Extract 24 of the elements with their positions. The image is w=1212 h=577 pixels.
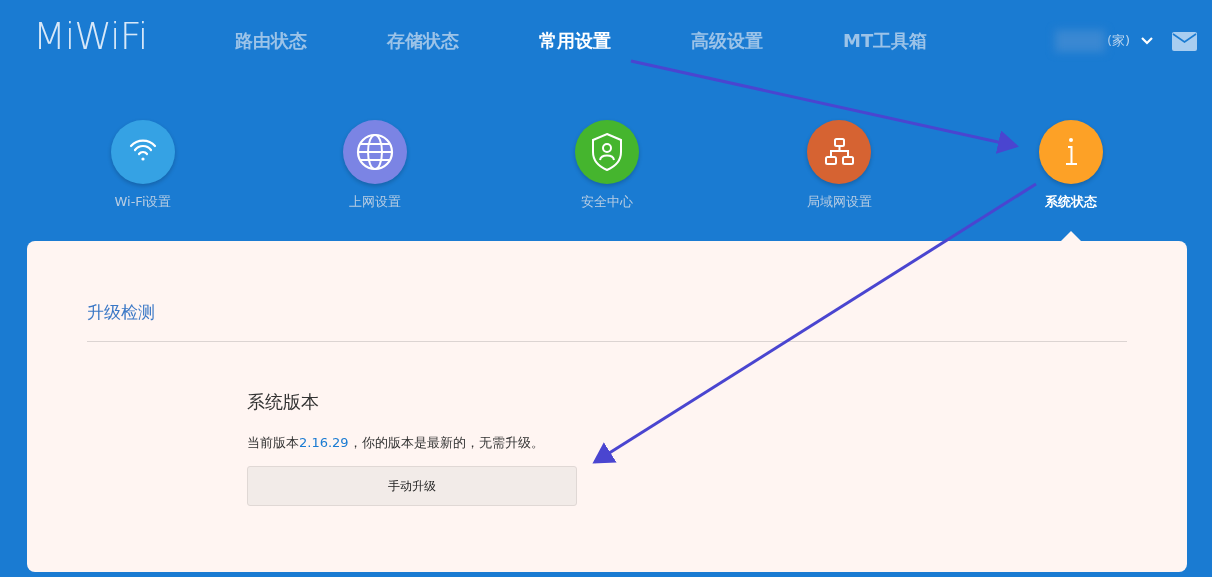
settings-item[interactable]: 安全中心 bbox=[581, 193, 633, 211]
manual-upgrade-button[interactable]: 手动升级 bbox=[247, 466, 577, 506]
nav-tab[interactable]: MT工具箱 bbox=[843, 29, 995, 53]
user-menu[interactable]: (家) bbox=[1107, 32, 1131, 50]
version-status-text: 当前版本2.16.29，你的版本是最新的，无需升级。 bbox=[247, 434, 545, 452]
logo: MiWiFi bbox=[33, 14, 149, 58]
panel-title: 升级检测 bbox=[87, 301, 156, 324]
info-icon[interactable] bbox=[1039, 120, 1103, 184]
nav-tab[interactable]: 存储状态 bbox=[387, 29, 539, 53]
settings-item[interactable]: 局域网设置 bbox=[806, 193, 872, 211]
nav-tab[interactable]: 高级设置 bbox=[691, 29, 843, 53]
nav-tab[interactable]: 常用设置 bbox=[539, 29, 691, 53]
settings-item[interactable]: 上网设置 bbox=[349, 193, 401, 211]
redacted-text bbox=[1055, 30, 1105, 52]
shield-icon[interactable] bbox=[575, 120, 639, 184]
lan-icon[interactable] bbox=[807, 120, 871, 184]
nav-tab[interactable]: 路由状态 bbox=[235, 29, 387, 53]
wifi-icon[interactable] bbox=[111, 120, 175, 184]
settings-item[interactable]: 系统状态 bbox=[1045, 193, 1097, 211]
globe-icon[interactable] bbox=[343, 120, 407, 184]
chevron-down-icon[interactable] bbox=[1140, 36, 1155, 46]
section-title: 系统版本 bbox=[247, 390, 320, 414]
mail-icon[interactable] bbox=[1172, 31, 1198, 51]
settings-item[interactable]: Wi-Fi设置 bbox=[114, 193, 172, 211]
